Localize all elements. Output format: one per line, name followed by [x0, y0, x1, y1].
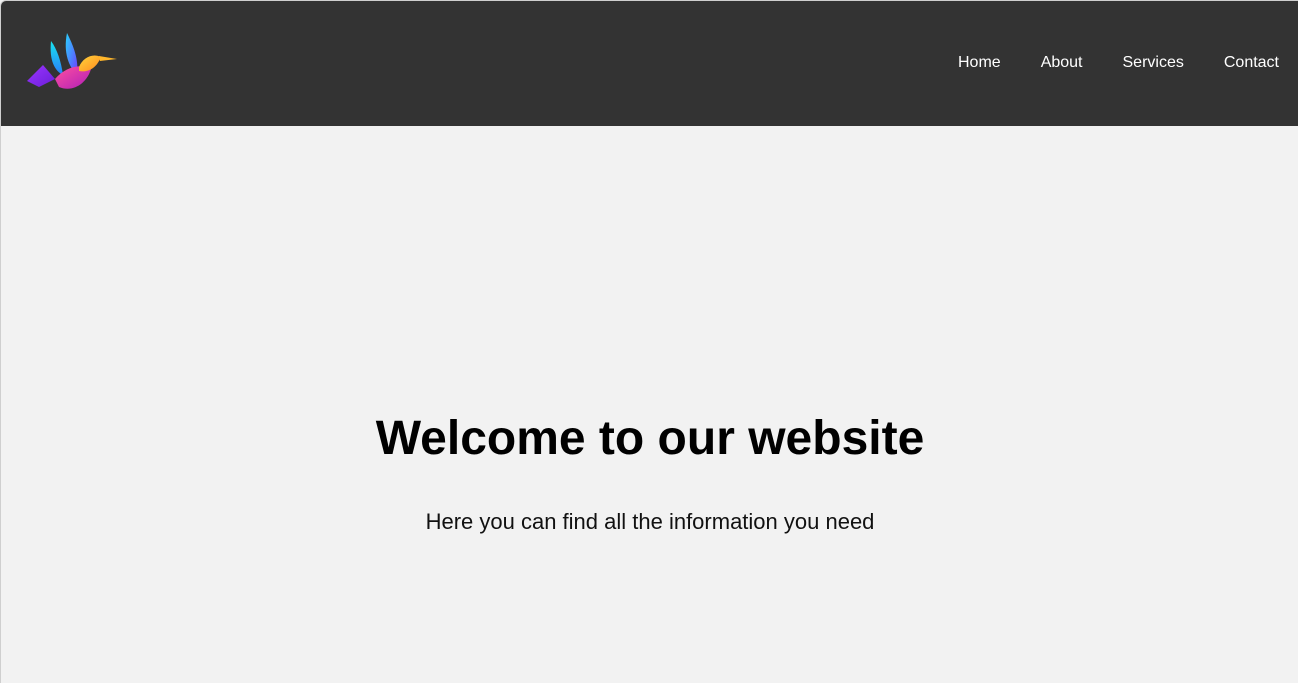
- nav-link-about[interactable]: About: [1041, 53, 1083, 73]
- main-nav: Home About Services Contact: [918, 53, 1279, 73]
- hero-section: Welcome to our website Here you can find…: [1, 126, 1298, 683]
- hummingbird-logo-icon[interactable]: [25, 31, 121, 95]
- hero-title: Welcome to our website: [375, 412, 925, 465]
- nav-link-home[interactable]: Home: [958, 53, 1001, 73]
- navbar: Home About Services Contact: [1, 1, 1298, 126]
- hero-subtitle: Here you can find all the information yo…: [425, 509, 875, 534]
- nav-link-contact[interactable]: Contact: [1224, 53, 1279, 73]
- nav-link-services[interactable]: Services: [1123, 53, 1184, 73]
- page: Home About Services Contact Welcome to o…: [0, 0, 1298, 683]
